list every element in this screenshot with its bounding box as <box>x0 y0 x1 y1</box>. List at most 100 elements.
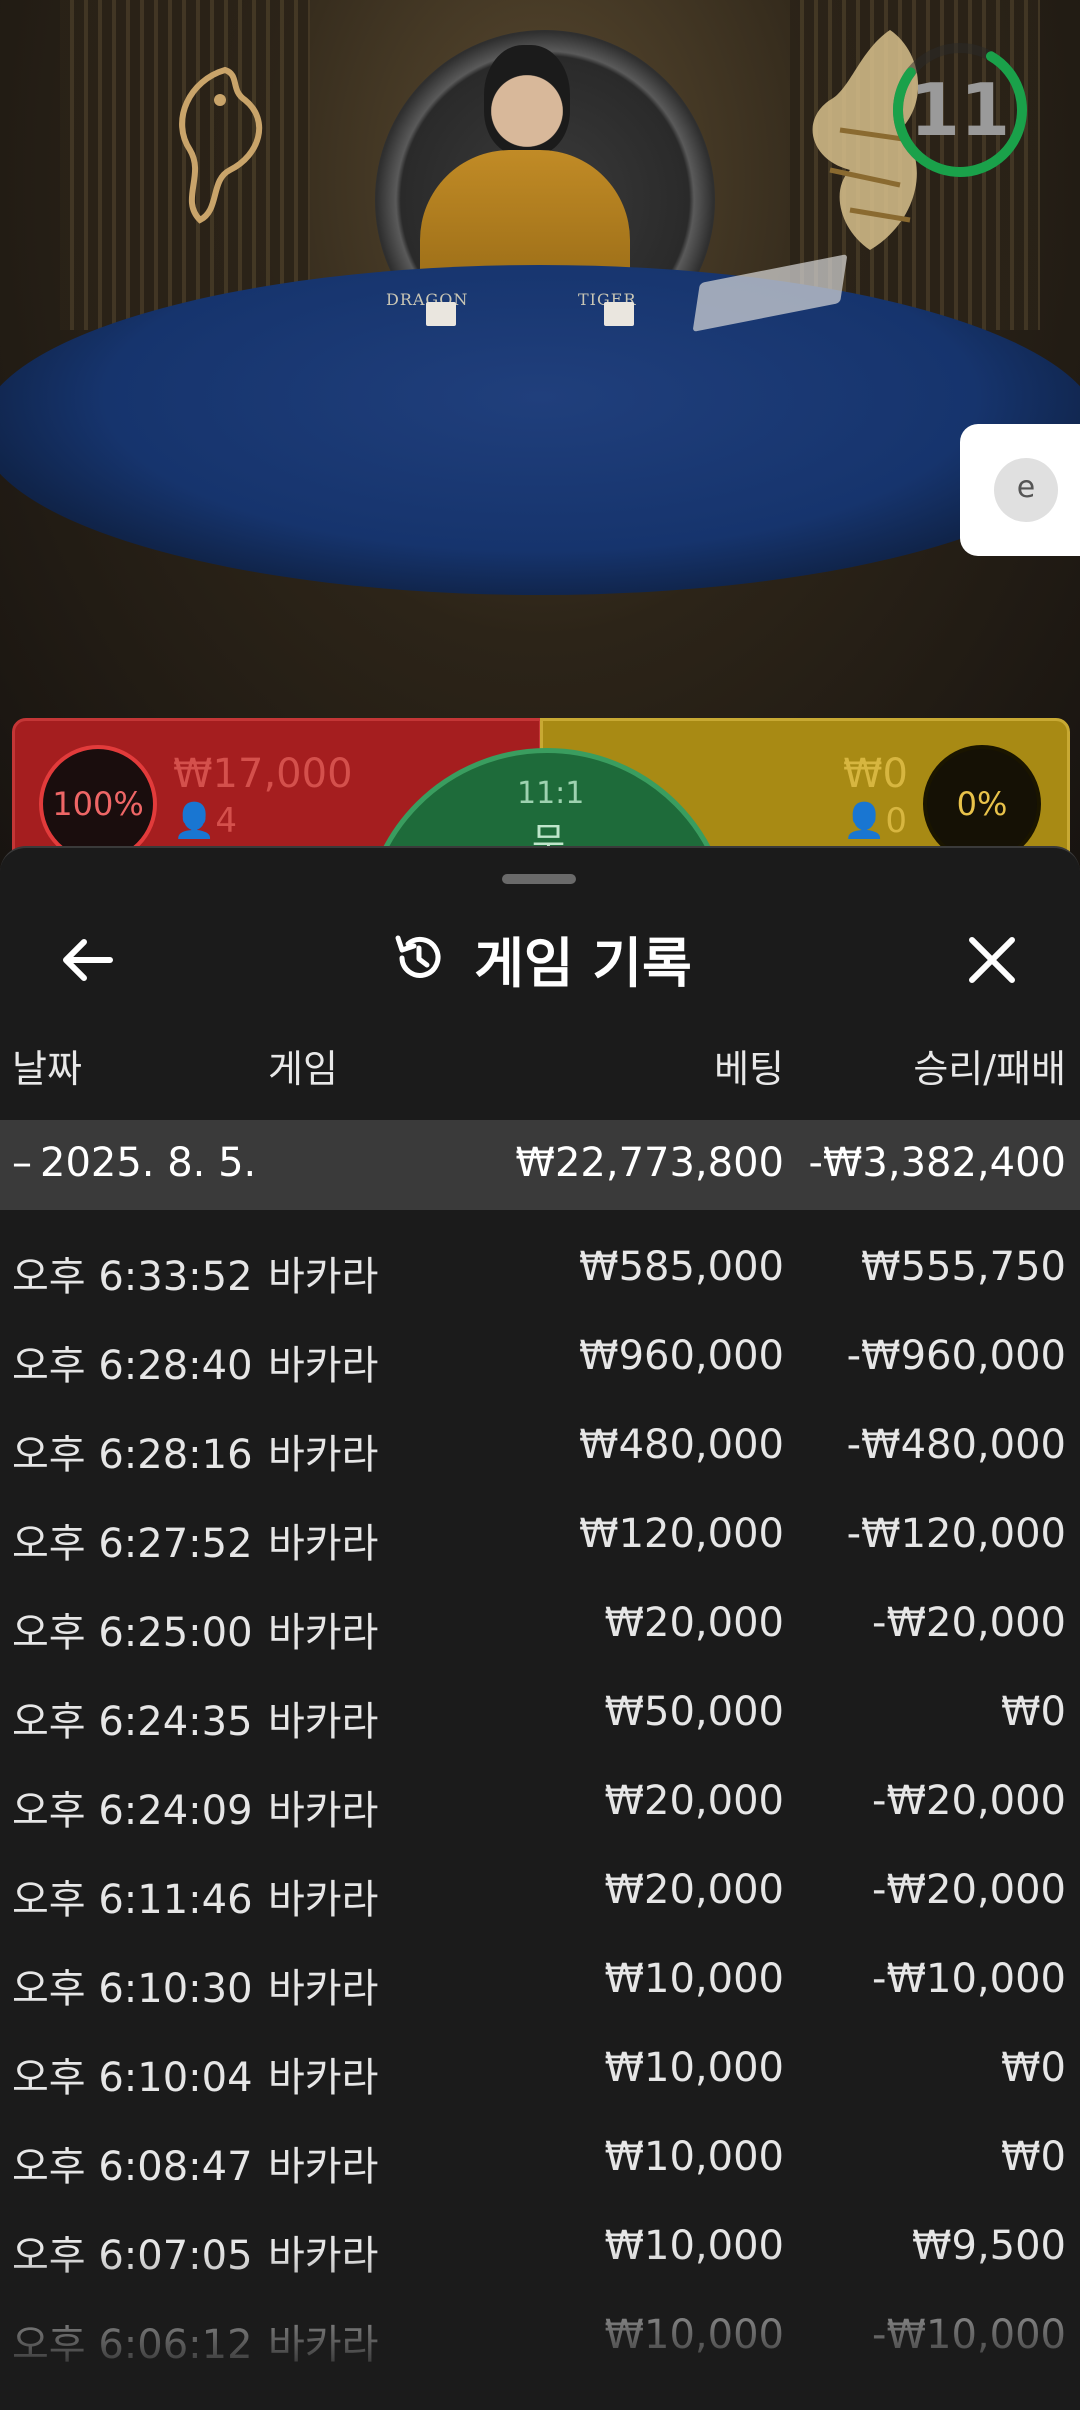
table-row[interactable]: 오후 6:24:35 바카라 ₩50,000 ₩0 <box>0 1655 1080 1745</box>
person-icon: 👤 <box>843 801 886 841</box>
row-game: 바카라 <box>268 2055 379 2101</box>
row-result: ₩9,500 <box>911 2223 1066 2269</box>
row-time: 오후 6:28:40 <box>12 1343 253 1389</box>
row-time: 오후 6:24:35 <box>12 1699 253 1745</box>
row-game: 바카라 <box>268 1877 379 1923</box>
history-icon <box>395 935 441 978</box>
row-game: 바카라 <box>268 1521 379 1567</box>
row-game: 바카라 <box>268 1788 379 1834</box>
table-row[interactable]: 오후 6:24:09 바카라 ₩20,000 -₩20,000 <box>0 1744 1080 1834</box>
countdown-timer: 11 <box>909 68 1011 152</box>
tiger-player-count: 0 <box>885 801 907 841</box>
collapse-dash-icon: – <box>12 1140 32 1186</box>
row-bet: ₩120,000 <box>579 1511 784 1557</box>
row-bet: ₩20,000 <box>604 1778 784 1824</box>
row-result: -₩480,000 <box>846 1422 1066 1468</box>
dealer-head <box>484 45 570 155</box>
column-header-game: 게임 <box>268 1047 338 1091</box>
summary-total-bet: ₩22,773,800 <box>515 1140 784 1186</box>
row-game: 바카라 <box>268 2322 379 2368</box>
dragon-emblem-icon <box>179 66 263 224</box>
row-result: ₩0 <box>1001 2045 1066 2091</box>
row-time: 오후 6:27:52 <box>12 1521 253 1567</box>
table-row[interactable]: 오후 6:27:52 바카라 ₩120,000 -₩120,000 <box>0 1477 1080 1567</box>
row-game: 바카라 <box>268 1966 379 2012</box>
row-result: -₩10,000 <box>872 2312 1066 2358</box>
row-time: 오후 6:25:00 <box>12 1610 253 1656</box>
dragon-card <box>426 302 456 326</box>
dragon-player-count: 4 <box>215 801 237 841</box>
row-result: -₩120,000 <box>846 1511 1066 1557</box>
row-bet: ₩20,000 <box>604 1600 784 1646</box>
column-header-date: 날짜 <box>12 1047 82 1091</box>
row-time: 오후 6:28:16 <box>12 1432 253 1478</box>
row-bet: ₩960,000 <box>579 1333 784 1379</box>
close-button[interactable] <box>942 910 1042 1010</box>
table-row[interactable]: 오후 6:11:46 바카라 ₩20,000 -₩20,000 <box>0 1833 1080 1923</box>
row-result: -₩20,000 <box>872 1778 1066 1824</box>
side-panel-tab[interactable]: e <box>960 424 1080 556</box>
table-row[interactable]: 오후 6:33:52 바카라 ₩585,000 ₩555,750 <box>0 1210 1080 1300</box>
row-bet: ₩10,000 <box>604 1956 784 2002</box>
row-time: 오후 6:24:09 <box>12 1788 253 1834</box>
table-row[interactable]: 오후 6:08:47 바카라 ₩10,000 ₩0 <box>0 2100 1080 2190</box>
table-row[interactable]: 오후 6:06:12 바카라 ₩10,000 -₩10,000 <box>0 2278 1080 2368</box>
row-game: 바카라 <box>268 1254 379 1300</box>
game-history-sheet: 게임 기록 날짜 게임 베팅 승리/패배 – 2025. 8. 5. ₩22,7… <box>0 846 1080 2410</box>
row-result: ₩555,750 <box>861 1244 1066 1290</box>
row-time: 오후 6:33:52 <box>12 1254 253 1300</box>
row-bet: ₩20,000 <box>604 1867 784 1913</box>
row-time: 오후 6:10:30 <box>12 1966 253 2012</box>
table-row[interactable]: 오후 6:25:00 바카라 ₩20,000 -₩20,000 <box>0 1566 1080 1656</box>
row-result: ₩0 <box>1001 2134 1066 2180</box>
dragon-player-count-row: 👤4 <box>173 801 237 841</box>
sheet-drag-handle[interactable] <box>502 874 576 884</box>
table-row[interactable]: 오후 6:28:16 바카라 ₩480,000 -₩480,000 <box>0 1388 1080 1478</box>
row-time: 오후 6:07:05 <box>12 2233 253 2279</box>
row-result: ₩0 <box>1001 1689 1066 1735</box>
table-row[interactable]: 오후 6:10:30 바카라 ₩10,000 -₩10,000 <box>0 1922 1080 2012</box>
row-result: -₩960,000 <box>846 1333 1066 1379</box>
row-game: 바카라 <box>268 1343 379 1389</box>
tiger-player-count-row: 👤0 <box>843 801 907 841</box>
row-time: 오후 6:06:12 <box>12 2322 253 2368</box>
row-game: 바카라 <box>268 2233 379 2279</box>
row-game: 바카라 <box>268 2144 379 2190</box>
column-header-result: 승리/패배 <box>913 1047 1066 1091</box>
row-result: -₩20,000 <box>872 1600 1066 1646</box>
row-game: 바카라 <box>268 1432 379 1478</box>
tie-odds: 11:1 <box>517 776 585 811</box>
row-bet: ₩10,000 <box>604 2045 784 2091</box>
row-bet: ₩10,000 <box>604 2312 784 2358</box>
history-list: 오후 6:33:52 바카라 ₩585,000 ₩555,750 오후 6:28:40 바… <box>0 1210 1080 2368</box>
row-result: -₩10,000 <box>872 1956 1066 2002</box>
tiger-bet-amount: ₩0 <box>843 751 908 797</box>
tiger-card <box>604 302 634 326</box>
row-game: 바카라 <box>268 1699 379 1745</box>
row-bet: ₩10,000 <box>604 2134 784 2180</box>
row-bet: ₩50,000 <box>604 1689 784 1735</box>
game-table <box>0 265 1080 595</box>
table-row[interactable]: 오후 6:10:04 바카라 ₩10,000 ₩0 <box>0 2011 1080 2101</box>
row-game: 바카라 <box>268 1610 379 1656</box>
sheet-title: 게임 기록 <box>474 931 692 995</box>
row-time: 오후 6:08:47 <box>12 2144 253 2190</box>
table-row[interactable]: 오후 6:28:40 바카라 ₩960,000 -₩960,000 <box>0 1299 1080 1389</box>
date-summary-row[interactable]: – 2025. 8. 5. ₩22,773,800 -₩3,382,400 <box>0 1120 1080 1210</box>
row-time: 오후 6:10:04 <box>12 2055 253 2101</box>
summary-date: 2025. 8. 5. <box>40 1140 257 1186</box>
table-row[interactable]: 오후 6:07:05 바카라 ₩10,000 ₩9,500 <box>0 2189 1080 2279</box>
row-bet: ₩10,000 <box>604 2223 784 2269</box>
sheet-header: 게임 기록 <box>0 908 1080 1008</box>
table-header: 날짜 게임 베팅 승리/패배 <box>0 1018 1080 1098</box>
dragon-bet-amount: ₩17,000 <box>173 751 353 797</box>
row-bet: ₩585,000 <box>579 1244 784 1290</box>
person-icon: 👤 <box>173 801 216 841</box>
close-icon <box>969 937 1015 983</box>
bet-strip: 100% ₩17,000 👤4 ₩0 👤0 0% 11:1 무 <box>12 718 1070 1118</box>
row-result: -₩20,000 <box>872 1867 1066 1913</box>
summary-total-result: -₩3,382,400 <box>808 1140 1066 1186</box>
column-header-bet: 베팅 <box>714 1047 784 1091</box>
row-bet: ₩480,000 <box>579 1422 784 1468</box>
side-tab-badge: e <box>994 458 1058 522</box>
